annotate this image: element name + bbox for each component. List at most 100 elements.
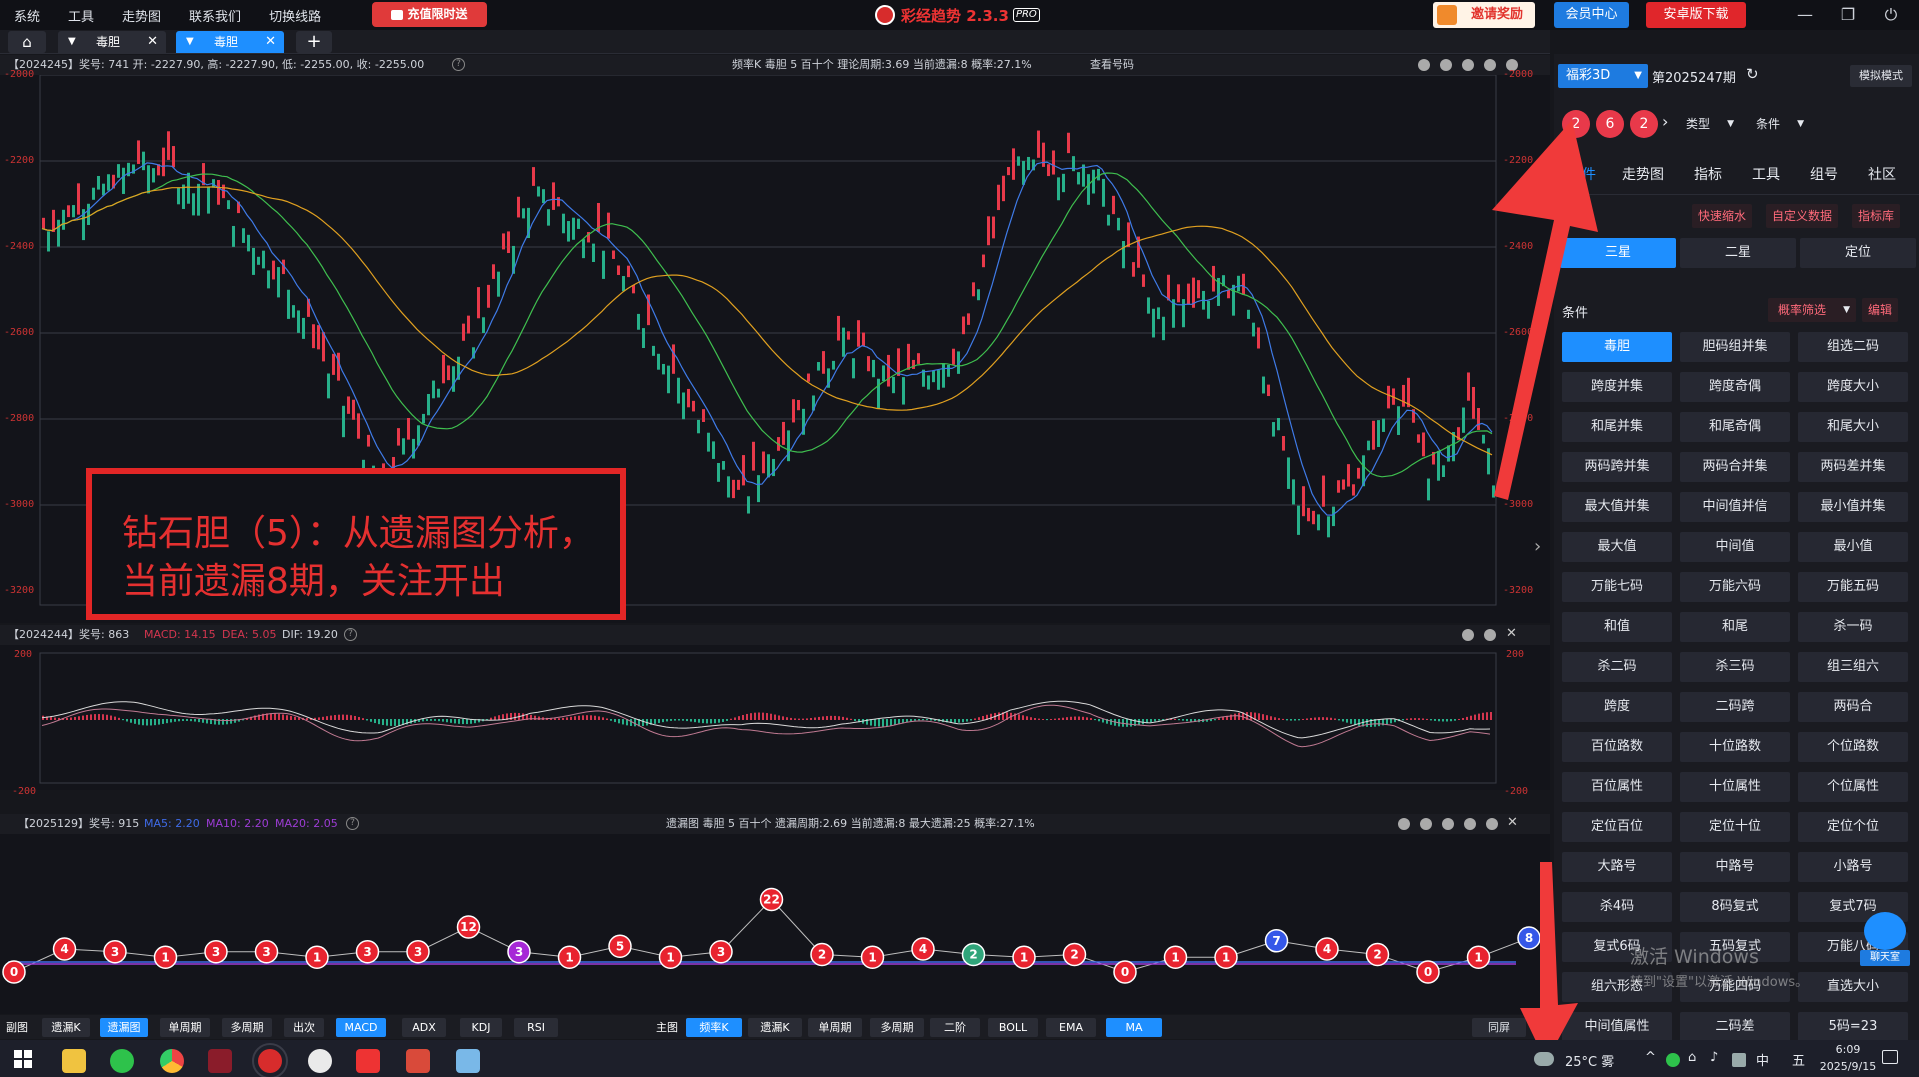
condition-33[interactable]: 百位属性 bbox=[1562, 772, 1672, 802]
condition-40[interactable]: 中路号 bbox=[1680, 852, 1790, 882]
condition-22[interactable]: 和尾 bbox=[1680, 612, 1790, 642]
condition-10[interactable]: 两码合并集 bbox=[1680, 452, 1790, 482]
close-icon[interactable]: ✕ bbox=[147, 31, 158, 53]
app-wps-icon[interactable] bbox=[208, 1049, 232, 1073]
bottom-left-tab-7[interactable]: ADX bbox=[402, 1018, 446, 1037]
condition-28[interactable]: 二码跨 bbox=[1680, 692, 1790, 722]
up-icon[interactable] bbox=[1462, 59, 1474, 71]
bottom-main-tab-4[interactable]: 多周期 bbox=[870, 1018, 924, 1037]
condition-29[interactable]: 两码合 bbox=[1798, 692, 1908, 722]
condition-17[interactable]: 最小值 bbox=[1798, 532, 1908, 562]
condition-23[interactable]: 杀一码 bbox=[1798, 612, 1908, 642]
restore-button[interactable]: ❐ bbox=[1833, 4, 1863, 26]
condition-21[interactable]: 和值 bbox=[1562, 612, 1672, 642]
tray-app-icon[interactable] bbox=[1732, 1053, 1746, 1067]
simulation-mode-button[interactable]: 模拟模式 bbox=[1850, 65, 1912, 87]
position-two-star[interactable]: 二星 bbox=[1680, 238, 1796, 268]
condition-34[interactable]: 十位属性 bbox=[1680, 772, 1790, 802]
condition-12[interactable]: 最大值并集 bbox=[1562, 492, 1672, 522]
settings-icon[interactable] bbox=[1484, 629, 1496, 641]
member-center-button[interactable]: 会员中心 bbox=[1554, 2, 1629, 28]
help-icon[interactable]: ? bbox=[344, 628, 357, 641]
condition-42[interactable]: 杀4码 bbox=[1562, 892, 1672, 922]
condition-13[interactable]: 中间值并信 bbox=[1680, 492, 1790, 522]
condition-35[interactable]: 个位属性 bbox=[1798, 772, 1908, 802]
home-button[interactable]: ⌂ bbox=[8, 31, 46, 53]
pin-icon[interactable] bbox=[1398, 818, 1410, 830]
help-icon[interactable]: ? bbox=[452, 58, 465, 71]
clock-time[interactable]: 6:09 bbox=[1816, 1043, 1880, 1056]
condition-41[interactable]: 小路号 bbox=[1798, 852, 1908, 882]
probability-filter-select[interactable]: 概率筛选 ▼ bbox=[1768, 298, 1856, 322]
custom-data-button[interactable]: 自定义数据 bbox=[1766, 204, 1839, 228]
minimize-button[interactable]: — bbox=[1790, 4, 1820, 26]
condition-1[interactable]: 胆码组并集 bbox=[1680, 332, 1790, 362]
bottom-left-tab-3[interactable]: 单周期 bbox=[160, 1018, 210, 1037]
condition-4[interactable]: 跨度奇偶 bbox=[1680, 372, 1790, 402]
condition-27[interactable]: 跨度 bbox=[1562, 692, 1672, 722]
bottom-main-tab-2[interactable]: 遗漏K bbox=[748, 1018, 802, 1037]
bottom-main-tab-1[interactable]: 频率K bbox=[686, 1018, 742, 1037]
condition-52[interactable]: 二码差 bbox=[1680, 1012, 1790, 1042]
condition-51[interactable]: 中间值属性 bbox=[1562, 1012, 1672, 1042]
invite-button[interactable]: 邀请奖励 bbox=[1433, 2, 1535, 28]
browser-icon[interactable] bbox=[160, 1049, 184, 1073]
settings-icon[interactable] bbox=[1486, 818, 1498, 830]
bottom-main-tab-6[interactable]: BOLL bbox=[988, 1018, 1038, 1037]
condition-7[interactable]: 和尾奇偶 bbox=[1680, 412, 1790, 442]
menu-trend[interactable]: 走势图 bbox=[122, 6, 161, 25]
add-tab-button[interactable]: + bbox=[296, 31, 332, 53]
condition-37[interactable]: 定位十位 bbox=[1680, 812, 1790, 842]
bottom-left-tab-5[interactable]: 出次 bbox=[284, 1018, 324, 1037]
edit-button[interactable]: 编辑 bbox=[1862, 298, 1899, 322]
menu-switch-line[interactable]: 切换线路 bbox=[269, 6, 321, 25]
weather-text[interactable]: 25°C 雾 bbox=[1565, 1051, 1614, 1070]
tab-community[interactable]: 社区 bbox=[1868, 164, 1896, 184]
edit-icon[interactable] bbox=[1418, 59, 1430, 71]
qq-icon[interactable] bbox=[308, 1049, 332, 1073]
condition-16[interactable]: 中间值 bbox=[1680, 532, 1790, 562]
condition-9[interactable]: 两码跨并集 bbox=[1562, 452, 1672, 482]
condition-26[interactable]: 组三组六 bbox=[1798, 652, 1908, 682]
type-select[interactable]: 类型 ▼ bbox=[1678, 112, 1740, 136]
file-explorer-icon[interactable] bbox=[62, 1049, 86, 1073]
macd-chart[interactable] bbox=[0, 645, 1550, 790]
condition-31[interactable]: 十位路数 bbox=[1680, 732, 1790, 762]
condition-30[interactable]: 百位路数 bbox=[1562, 732, 1672, 762]
condition-8[interactable]: 和尾大小 bbox=[1798, 412, 1908, 442]
bottom-main-tab-5[interactable]: 二阶 bbox=[930, 1018, 980, 1037]
reset-icon[interactable] bbox=[1420, 818, 1432, 830]
condition-43[interactable]: 8码复式 bbox=[1680, 892, 1790, 922]
tray-chevron-icon[interactable]: ^ bbox=[1645, 1050, 1656, 1065]
quick-shrink-button[interactable]: 快速缩水 bbox=[1692, 204, 1753, 228]
condition-18[interactable]: 万能七码 bbox=[1562, 572, 1672, 602]
chevron-right-icon[interactable]: › bbox=[1662, 112, 1668, 131]
bottom-left-tab-6[interactable]: MACD bbox=[336, 1018, 386, 1037]
bottom-left-tab-1[interactable]: 遗漏K bbox=[42, 1018, 90, 1037]
network-icon[interactable]: ⌂ bbox=[1688, 1050, 1696, 1065]
volume-icon[interactable]: ♪ bbox=[1710, 1050, 1718, 1065]
up-icon[interactable] bbox=[1442, 818, 1454, 830]
menu-system[interactable]: 系统 bbox=[14, 6, 40, 25]
tab-trend[interactable]: 走势图 bbox=[1622, 164, 1664, 184]
android-download-button[interactable]: 安卓版下载 bbox=[1646, 2, 1746, 28]
reset-icon[interactable] bbox=[1440, 59, 1452, 71]
menu-tools[interactable]: 工具 bbox=[68, 6, 94, 25]
clock-date[interactable]: 2025/9/15 bbox=[1808, 1060, 1888, 1073]
lottery-select[interactable]: 福彩3D ▼ bbox=[1558, 64, 1648, 88]
tab-group-number[interactable]: 组号 bbox=[1810, 164, 1838, 184]
close-icon[interactable]: ✕ bbox=[1507, 815, 1518, 830]
wechat-icon[interactable] bbox=[110, 1049, 134, 1073]
tab-conditions[interactable]: 条件 bbox=[1568, 164, 1596, 184]
condition-36[interactable]: 定位百位 bbox=[1562, 812, 1672, 842]
chat-room-button[interactable]: 聊天室 bbox=[1860, 912, 1910, 966]
store-icon[interactable] bbox=[406, 1049, 430, 1073]
power-button[interactable]: ⏻ bbox=[1876, 4, 1906, 26]
ime-mode[interactable]: 中 bbox=[1756, 1050, 1769, 1069]
condition-38[interactable]: 定位个位 bbox=[1798, 812, 1908, 842]
tab-dudan-2[interactable]: ▼ 毒胆 ✕ bbox=[176, 31, 284, 53]
position-fixed[interactable]: 定位 bbox=[1800, 238, 1916, 268]
pin-icon[interactable] bbox=[1462, 629, 1474, 641]
condition-32[interactable]: 个位路数 bbox=[1798, 732, 1908, 762]
promo-button[interactable]: 充值限时送 bbox=[372, 2, 487, 27]
